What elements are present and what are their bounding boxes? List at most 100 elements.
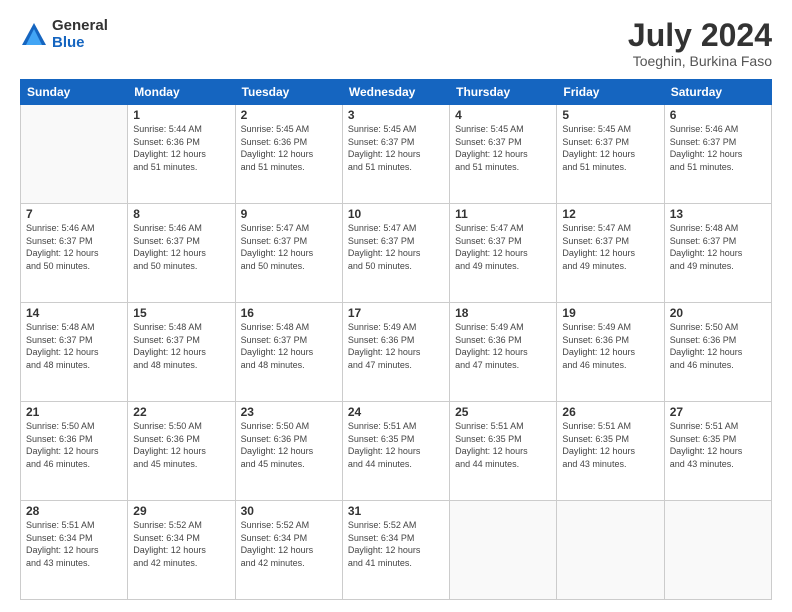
day-info: Sunrise: 5:51 AMSunset: 6:35 PMDaylight:…	[562, 420, 658, 470]
day-number: 20	[670, 306, 766, 320]
day-number: 25	[455, 405, 551, 419]
table-cell: 19Sunrise: 5:49 AMSunset: 6:36 PMDayligh…	[557, 303, 664, 402]
title-block: July 2024 Toeghin, Burkina Faso	[628, 18, 772, 69]
day-info: Sunrise: 5:50 AMSunset: 6:36 PMDaylight:…	[26, 420, 122, 470]
table-cell: 17Sunrise: 5:49 AMSunset: 6:36 PMDayligh…	[342, 303, 449, 402]
day-info: Sunrise: 5:46 AMSunset: 6:37 PMDaylight:…	[26, 222, 122, 272]
table-cell: 10Sunrise: 5:47 AMSunset: 6:37 PMDayligh…	[342, 204, 449, 303]
day-number: 24	[348, 405, 444, 419]
day-info: Sunrise: 5:47 AMSunset: 6:37 PMDaylight:…	[562, 222, 658, 272]
day-info: Sunrise: 5:48 AMSunset: 6:37 PMDaylight:…	[26, 321, 122, 371]
table-cell: 13Sunrise: 5:48 AMSunset: 6:37 PMDayligh…	[664, 204, 771, 303]
table-cell: 9Sunrise: 5:47 AMSunset: 6:37 PMDaylight…	[235, 204, 342, 303]
table-cell: 23Sunrise: 5:50 AMSunset: 6:36 PMDayligh…	[235, 402, 342, 501]
col-friday: Friday	[557, 80, 664, 105]
table-cell: 25Sunrise: 5:51 AMSunset: 6:35 PMDayligh…	[450, 402, 557, 501]
day-number: 22	[133, 405, 229, 419]
logo-blue: Blue	[52, 35, 108, 52]
day-number: 15	[133, 306, 229, 320]
calendar-week-row: 21Sunrise: 5:50 AMSunset: 6:36 PMDayligh…	[21, 402, 772, 501]
day-info: Sunrise: 5:45 AMSunset: 6:36 PMDaylight:…	[241, 123, 337, 173]
day-info: Sunrise: 5:45 AMSunset: 6:37 PMDaylight:…	[348, 123, 444, 173]
table-cell: 21Sunrise: 5:50 AMSunset: 6:36 PMDayligh…	[21, 402, 128, 501]
day-number: 13	[670, 207, 766, 221]
logo-text: General Blue	[52, 18, 108, 51]
day-number: 19	[562, 306, 658, 320]
day-info: Sunrise: 5:48 AMSunset: 6:37 PMDaylight:…	[670, 222, 766, 272]
day-number: 18	[455, 306, 551, 320]
day-number: 16	[241, 306, 337, 320]
page: General Blue July 2024 Toeghin, Burkina …	[0, 0, 792, 612]
col-tuesday: Tuesday	[235, 80, 342, 105]
table-cell: 6Sunrise: 5:46 AMSunset: 6:37 PMDaylight…	[664, 105, 771, 204]
day-number: 29	[133, 504, 229, 518]
day-number: 23	[241, 405, 337, 419]
table-cell: 15Sunrise: 5:48 AMSunset: 6:37 PMDayligh…	[128, 303, 235, 402]
calendar-week-row: 28Sunrise: 5:51 AMSunset: 6:34 PMDayligh…	[21, 501, 772, 600]
day-info: Sunrise: 5:45 AMSunset: 6:37 PMDaylight:…	[562, 123, 658, 173]
day-info: Sunrise: 5:51 AMSunset: 6:35 PMDaylight:…	[670, 420, 766, 470]
logo: General Blue	[20, 18, 108, 51]
table-cell: 11Sunrise: 5:47 AMSunset: 6:37 PMDayligh…	[450, 204, 557, 303]
day-info: Sunrise: 5:52 AMSunset: 6:34 PMDaylight:…	[133, 519, 229, 569]
table-cell: 1Sunrise: 5:44 AMSunset: 6:36 PMDaylight…	[128, 105, 235, 204]
day-number: 14	[26, 306, 122, 320]
day-number: 7	[26, 207, 122, 221]
day-info: Sunrise: 5:47 AMSunset: 6:37 PMDaylight:…	[455, 222, 551, 272]
col-thursday: Thursday	[450, 80, 557, 105]
day-number: 3	[348, 108, 444, 122]
day-info: Sunrise: 5:49 AMSunset: 6:36 PMDaylight:…	[348, 321, 444, 371]
day-number: 5	[562, 108, 658, 122]
day-info: Sunrise: 5:47 AMSunset: 6:37 PMDaylight:…	[348, 222, 444, 272]
col-wednesday: Wednesday	[342, 80, 449, 105]
col-saturday: Saturday	[664, 80, 771, 105]
table-cell: 8Sunrise: 5:46 AMSunset: 6:37 PMDaylight…	[128, 204, 235, 303]
day-number: 6	[670, 108, 766, 122]
day-info: Sunrise: 5:48 AMSunset: 6:37 PMDaylight:…	[133, 321, 229, 371]
day-info: Sunrise: 5:50 AMSunset: 6:36 PMDaylight:…	[241, 420, 337, 470]
table-cell: 30Sunrise: 5:52 AMSunset: 6:34 PMDayligh…	[235, 501, 342, 600]
day-info: Sunrise: 5:46 AMSunset: 6:37 PMDaylight:…	[670, 123, 766, 173]
day-number: 10	[348, 207, 444, 221]
table-cell: 5Sunrise: 5:45 AMSunset: 6:37 PMDaylight…	[557, 105, 664, 204]
calendar-table: Sunday Monday Tuesday Wednesday Thursday…	[20, 79, 772, 600]
table-cell: 18Sunrise: 5:49 AMSunset: 6:36 PMDayligh…	[450, 303, 557, 402]
table-cell	[664, 501, 771, 600]
table-cell	[450, 501, 557, 600]
calendar-week-row: 1Sunrise: 5:44 AMSunset: 6:36 PMDaylight…	[21, 105, 772, 204]
table-cell: 29Sunrise: 5:52 AMSunset: 6:34 PMDayligh…	[128, 501, 235, 600]
day-number: 9	[241, 207, 337, 221]
table-cell: 24Sunrise: 5:51 AMSunset: 6:35 PMDayligh…	[342, 402, 449, 501]
table-cell: 7Sunrise: 5:46 AMSunset: 6:37 PMDaylight…	[21, 204, 128, 303]
day-number: 21	[26, 405, 122, 419]
day-info: Sunrise: 5:50 AMSunset: 6:36 PMDaylight:…	[670, 321, 766, 371]
calendar-week-row: 14Sunrise: 5:48 AMSunset: 6:37 PMDayligh…	[21, 303, 772, 402]
table-cell: 4Sunrise: 5:45 AMSunset: 6:37 PMDaylight…	[450, 105, 557, 204]
day-info: Sunrise: 5:48 AMSunset: 6:37 PMDaylight:…	[241, 321, 337, 371]
day-info: Sunrise: 5:50 AMSunset: 6:36 PMDaylight:…	[133, 420, 229, 470]
table-cell: 28Sunrise: 5:51 AMSunset: 6:34 PMDayligh…	[21, 501, 128, 600]
day-info: Sunrise: 5:52 AMSunset: 6:34 PMDaylight:…	[241, 519, 337, 569]
day-info: Sunrise: 5:51 AMSunset: 6:35 PMDaylight:…	[348, 420, 444, 470]
table-cell: 20Sunrise: 5:50 AMSunset: 6:36 PMDayligh…	[664, 303, 771, 402]
calendar-week-row: 7Sunrise: 5:46 AMSunset: 6:37 PMDaylight…	[21, 204, 772, 303]
day-number: 31	[348, 504, 444, 518]
table-cell: 3Sunrise: 5:45 AMSunset: 6:37 PMDaylight…	[342, 105, 449, 204]
logo-general: General	[52, 18, 108, 35]
day-number: 11	[455, 207, 551, 221]
day-number: 8	[133, 207, 229, 221]
day-info: Sunrise: 5:51 AMSunset: 6:35 PMDaylight:…	[455, 420, 551, 470]
day-number: 27	[670, 405, 766, 419]
table-cell: 27Sunrise: 5:51 AMSunset: 6:35 PMDayligh…	[664, 402, 771, 501]
day-info: Sunrise: 5:51 AMSunset: 6:34 PMDaylight:…	[26, 519, 122, 569]
col-sunday: Sunday	[21, 80, 128, 105]
day-info: Sunrise: 5:46 AMSunset: 6:37 PMDaylight:…	[133, 222, 229, 272]
day-number: 17	[348, 306, 444, 320]
table-cell: 31Sunrise: 5:52 AMSunset: 6:34 PMDayligh…	[342, 501, 449, 600]
logo-icon	[20, 21, 48, 49]
day-number: 12	[562, 207, 658, 221]
col-monday: Monday	[128, 80, 235, 105]
day-number: 1	[133, 108, 229, 122]
calendar-header-row: Sunday Monday Tuesday Wednesday Thursday…	[21, 80, 772, 105]
table-cell	[21, 105, 128, 204]
